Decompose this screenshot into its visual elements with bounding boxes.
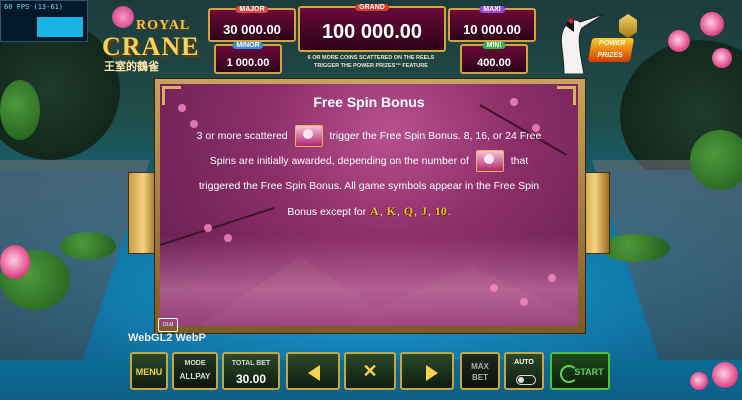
max-bet-line-1: MAX [471,362,489,371]
lily-pad [0,80,40,140]
mode-value: ALLPAY [179,372,211,381]
start-button[interactable]: START [550,352,610,390]
total-bet-display[interactable]: TOTAL BET 30.00 [222,352,280,390]
jackpot-grand-value: 100 000.00 [321,21,423,43]
jackpot-grand-label: GRAND [355,4,389,11]
menu-button[interactable]: MENU [130,352,168,390]
lily-pad [690,130,742,190]
symbol-10: 10 [434,204,447,218]
total-bet-value: 30.00 [235,372,267,386]
power-prizes-text: POWER PRIZES [596,40,626,59]
chevron-right-icon [426,365,438,381]
menu-label: MENU [135,367,163,377]
jackpot-mini: MINI 400.00 [460,42,528,74]
close-icon: ✕ [362,361,378,381]
blossom [224,234,232,242]
note-line-1: 6 OR MORE COINS SCATTERED ON THE REELS [307,55,435,61]
scatter-symbol-icon [294,125,323,148]
text-e: triggered the Free Spin Bonus. All game … [198,180,540,192]
lily-pad [600,234,670,262]
bet-increase-button[interactable] [400,352,454,390]
start-label: START [574,367,604,377]
blossom [520,298,528,306]
pink-flower [712,48,732,68]
max-bet-line-2: BET [472,373,488,382]
symbol-j: J [420,204,427,218]
text-c: Spins are initially awarded, depending o… [209,155,469,167]
jackpot-grand: GRAND 100 000.00 [298,4,446,52]
lily-pad [60,232,116,260]
fps-graph [37,17,83,37]
developer-logo: OLM [158,318,178,332]
mist [160,236,578,326]
jackpot-maxi-value: 10 000.00 [463,22,521,37]
power-prizes-logo: POWER PRIZES [587,38,635,62]
text-d: that [510,155,529,167]
symbol-k: K [386,204,396,218]
bet-decrease-button[interactable] [286,352,340,390]
jackpot-mini-label: MINI [482,42,506,49]
auto-button[interactable]: AUTO [504,352,544,390]
symbol-q: Q [403,204,414,218]
jackpot-maxi: MAXI 10 000.00 [448,6,536,42]
panel-body: 3 or more scattered trigger the Free Spi… [170,124,568,225]
scatter-symbol-icon [475,150,504,173]
mode-button[interactable]: MODE ALLPAY [172,352,218,390]
total-bet-label: TOTAL BET [231,360,271,367]
blossom [490,284,498,292]
power-prize-note: 6 OR MORE COINS SCATTERED ON THE REELS T… [292,54,450,70]
text-a: 3 or more scattered [196,130,288,142]
max-bet-button[interactable]: MAX BET [460,352,500,390]
webgl-label: WebGL2 WebP [128,332,206,344]
pink-flower [0,245,30,279]
auto-label: AUTO [514,359,534,366]
fps-counter: 60 FPS (13-61) [0,0,88,42]
mode-label: MODE [184,360,206,367]
game-logo: ROYAL CRANE 王室的鶴雀 [100,4,200,73]
jackpot-major-value: 30 000.00 [223,22,281,37]
text-b: trigger the Free Spin Bonus. 8, 16, or 2… [329,130,542,142]
symbol-a: A [370,204,379,218]
pink-flower [712,362,738,388]
paytable-panel: Free Spin Bonus 3 or more scattered trig… [128,72,610,336]
blossom [204,224,212,232]
close-button[interactable]: ✕ [344,352,396,390]
note-line-2: TRIGGER THE POWER PRIZES™ FEATURE [314,63,428,69]
jackpot-maxi-label: MAXI [479,6,505,13]
text-f: Bonus except for [287,206,367,218]
pink-flower [700,12,724,36]
jackpot-major-label: MAJOR [235,6,269,13]
jackpot-minor-value: 1 000.00 [226,57,270,69]
panel-title: Free Spin Bonus [313,94,425,110]
jackpot-minor-label: MINOR [232,42,264,49]
blossom [548,274,556,282]
pink-flower [668,30,690,52]
fps-label: 60 FPS (13-61) [4,3,64,11]
pink-flower [690,372,708,390]
chevron-left-icon [308,365,320,381]
toggle-icon [516,375,536,385]
jackpot-minor: MINOR 1 000.00 [214,42,282,74]
jackpot-major: MAJOR 30 000.00 [208,6,296,42]
jackpot-mini-value: 400.00 [477,57,511,69]
lotus-icon [112,6,134,28]
